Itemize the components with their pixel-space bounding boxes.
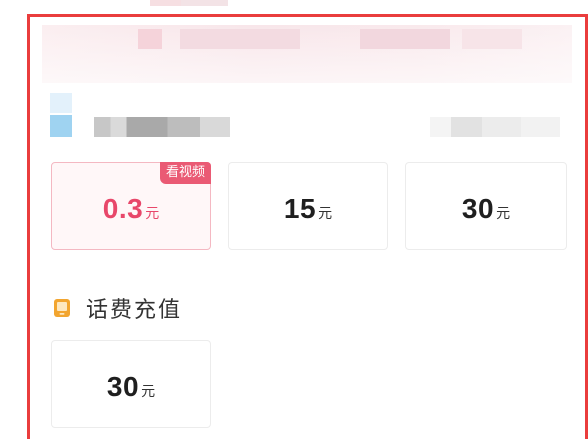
obscured-right-text [430,117,560,137]
phone-recharge-title: 话费充值 [86,298,183,323]
offer-card[interactable]: 15 元 [228,162,388,250]
offer-amount: 15 元 [229,163,387,249]
phone-recharge-header: 话费充值 [52,293,182,323]
obscured-header-block [138,29,162,49]
offer-amount-value: 30 [461,193,495,224]
obscured-header-block [462,29,522,49]
obscured-account-text [94,117,230,137]
offer-amount-unit: 元 [318,206,333,222]
obscured-header-block [180,29,300,49]
phone-icon [54,299,70,317]
offer-amount-unit: 元 [145,206,160,222]
offer-amount-value: 15 [283,193,317,224]
phone-recharge-amount: 30 元 [52,341,210,427]
offer-card[interactable]: 看视频 0.3 元 [51,162,211,250]
obscured-top-strip [150,0,228,6]
phone-recharge-amount-value: 30 [106,371,140,402]
obscured-avatar [50,93,72,113]
offer-card[interactable]: 30 元 [405,162,567,250]
phone-recharge-amount-unit: 元 [141,384,156,400]
obscured-avatar [50,115,72,137]
recharge-panel: 看视频 0.3 元 15 元 30 元 话费充值 30 元 [27,14,588,439]
offer-amount: 0.3 元 [52,163,210,249]
offer-amount-value: 0.3 [102,193,144,224]
offer-amount-unit: 元 [496,206,511,222]
screen: 看视频 0.3 元 15 元 30 元 话费充值 30 元 [0,0,588,439]
phone-recharge-card[interactable]: 30 元 [51,340,211,428]
offer-amount: 30 元 [406,163,566,249]
obscured-header-block [360,29,450,49]
